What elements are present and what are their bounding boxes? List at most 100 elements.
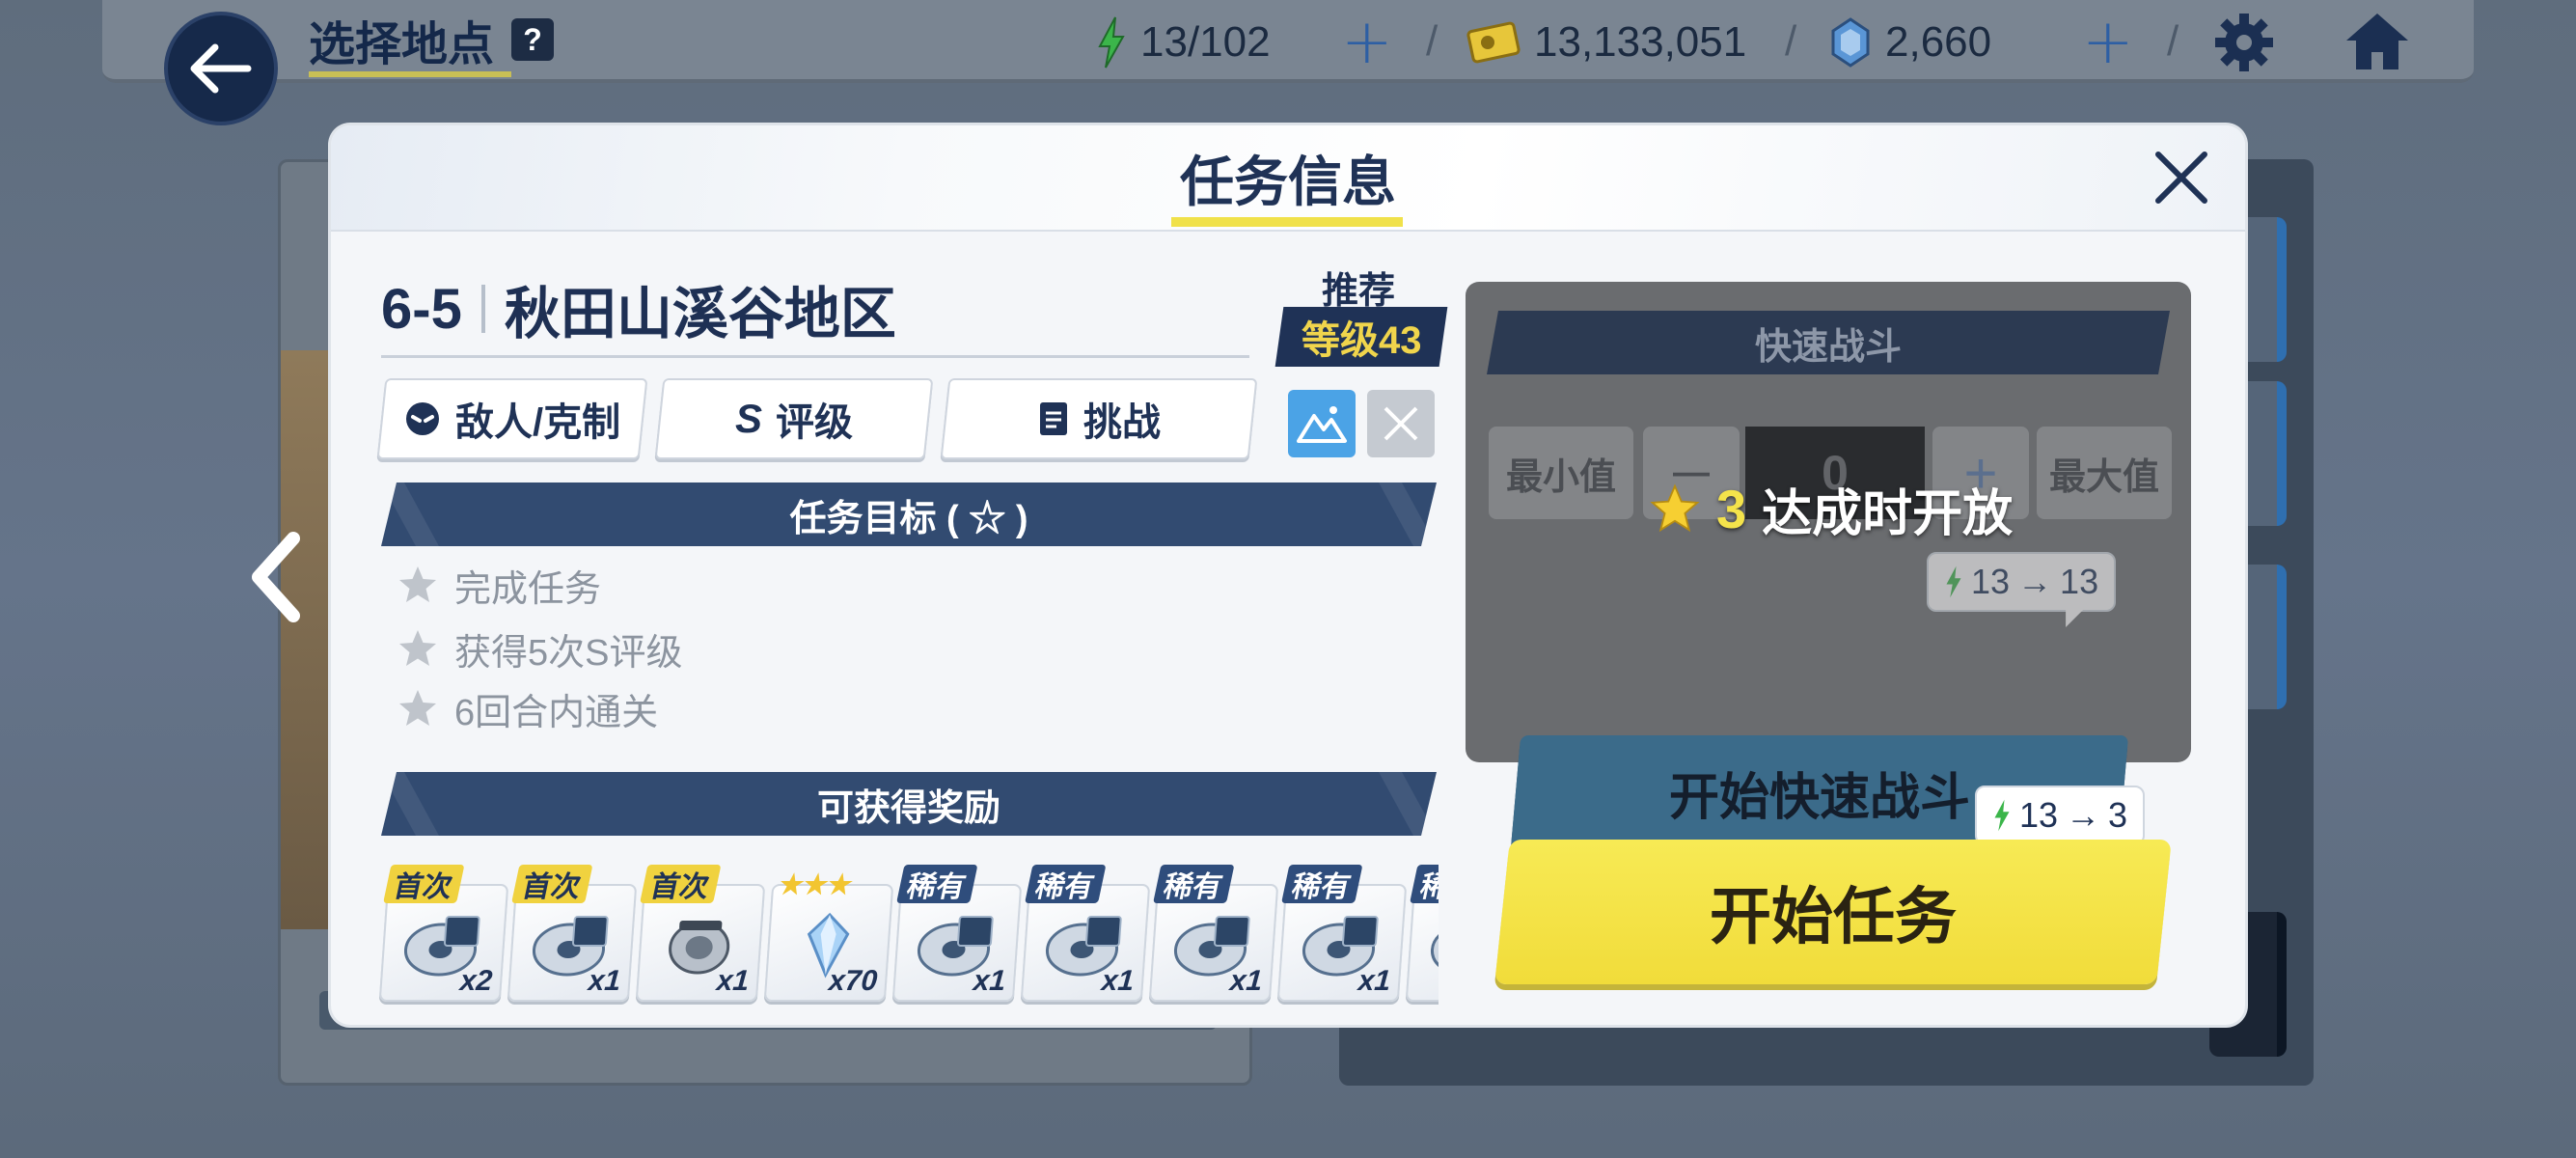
credits-card-icon xyxy=(1466,21,1521,64)
rewards-header: 可获得奖励 xyxy=(381,772,1437,836)
recommend-level: 等级43 xyxy=(1301,319,1422,362)
reward-item[interactable]: 稀有 x1 xyxy=(1276,865,1408,1002)
credits-counter: 13,133,051 xyxy=(1466,14,1746,71)
objective-item: 6回合内通关 xyxy=(397,683,658,733)
stage-code: 6-5 xyxy=(381,277,462,341)
objective-text: 6回合内通关 xyxy=(454,692,659,733)
challenge-button[interactable]: 挑战 xyxy=(940,378,1258,459)
terrain-button[interactable] xyxy=(1288,390,1356,457)
back-button[interactable] xyxy=(164,12,278,125)
ap-cost-to: 3 xyxy=(2108,795,2128,835)
dialog-title: 任务信息 xyxy=(1180,152,1396,212)
rank-label: 评级 xyxy=(776,401,853,444)
help-button[interactable]: ? xyxy=(511,18,555,61)
unlock-text: 达成时开放 xyxy=(1762,485,2014,542)
disabled-option-button[interactable] xyxy=(1367,390,1435,457)
reward-item[interactable]: 首次 x1 xyxy=(635,865,766,1002)
rewards-header-text: 可获得奖励 xyxy=(816,787,1000,829)
quick-battle-title: 快速战斗 xyxy=(1754,326,1902,368)
close-icon xyxy=(1384,406,1418,441)
max-button[interactable]: 最大值 xyxy=(2037,427,2172,519)
start-quick-battle-label: 开始快速战斗 xyxy=(1668,769,1970,826)
close-button[interactable] xyxy=(2151,147,2212,208)
recommend-label: 推荐 xyxy=(1321,271,1395,312)
clipboard-icon xyxy=(1040,402,1067,435)
previous-stage-button[interactable] xyxy=(241,529,309,625)
credits-value: 13,133,051 xyxy=(1534,18,1747,66)
enemy-info-button[interactable]: 敌人/克制 xyxy=(376,378,648,459)
chevron-left-icon xyxy=(252,532,300,622)
quick-battle-panel: 快速战斗 最小值 — 0 + 最大值 3 达成时开放 13 → 13 开始快速战… xyxy=(1466,282,2191,849)
reward-tag: 稀有 xyxy=(1281,865,1363,903)
objectives-header-text: 任务目标 ( ☆ ) xyxy=(789,498,1028,539)
reward-tag: 首次 xyxy=(383,865,465,903)
objectives-header: 任务目标 ( ☆ ) xyxy=(381,482,1437,546)
ap-bolt-icon xyxy=(1994,799,2010,832)
recommend-level-box: 等级43 xyxy=(1274,307,1448,367)
reward-item[interactable]: 稀有 x1 xyxy=(891,865,1023,1002)
star-outline-icon xyxy=(399,566,436,602)
add-gems-button[interactable]: + xyxy=(2082,12,2134,73)
arrow-left-icon xyxy=(190,43,252,94)
enemy-info-label: 敌人/克制 xyxy=(455,401,621,444)
reward-quantity: x1 xyxy=(972,965,1007,997)
gems-counter: 2,660 xyxy=(1829,14,1991,71)
gem-icon xyxy=(1831,17,1870,68)
rank-button[interactable]: S 评级 xyxy=(654,378,934,459)
divider: / xyxy=(2167,17,2179,65)
title-underline xyxy=(309,71,511,77)
settings-button[interactable] xyxy=(2213,12,2275,73)
ap-cost-to: 13 xyxy=(2060,562,2099,601)
reward-item[interactable]: 稀有 x1 xyxy=(1020,865,1151,1002)
reward-tag: 稀有 xyxy=(896,865,978,903)
star-rarity-tag: ★★★ xyxy=(777,868,856,899)
mission-ap-cost: 13 → 3 xyxy=(1975,786,2146,845)
gear-icon xyxy=(2215,14,2273,71)
add-ap-button[interactable]: + xyxy=(1341,12,1393,73)
reward-item[interactable]: 稀有 x1 xyxy=(1148,865,1279,1002)
arrow-right-icon: → xyxy=(2066,795,2101,835)
quick-battle-ap-cost: 13 → 13 xyxy=(1927,552,2117,612)
reward-item[interactable]: 稀 xyxy=(1405,865,1439,1002)
reward-quantity: x2 xyxy=(458,965,494,997)
unlock-star-count: 3 xyxy=(1716,478,1747,539)
reward-tag: 首次 xyxy=(640,865,722,903)
mountain-icon xyxy=(1297,406,1347,443)
unlock-condition: 3 达成时开放 xyxy=(1649,475,2013,542)
reward-item[interactable]: 首次 x2 xyxy=(378,865,509,1002)
reward-quantity: x1 xyxy=(1228,965,1264,997)
ap-bolt-icon xyxy=(1098,16,1125,69)
star-outline-icon xyxy=(399,630,436,666)
ap-cost-from: 13 xyxy=(2019,795,2059,835)
rewards-list: 首次 x2 首次 x1 首次 x1 ★★★ x70 稀有 x1 稀有 x1 稀有 x1 稀有 x1 稀 xyxy=(371,859,1439,1013)
home-icon xyxy=(2346,14,2408,69)
reward-tag: 稀有 xyxy=(1025,865,1107,903)
home-button[interactable] xyxy=(2343,10,2412,73)
reward-quantity: x1 xyxy=(715,965,751,997)
divider: / xyxy=(1785,17,1797,65)
ap-bolt-icon xyxy=(1946,565,1961,598)
reward-tag: 首次 xyxy=(511,865,593,903)
reward-quantity: x1 xyxy=(1100,965,1136,997)
reward-quantity: x1 xyxy=(587,965,622,997)
reward-item[interactable]: ★★★ x70 xyxy=(763,869,894,1002)
page-title-text: 选择地点 xyxy=(309,19,495,70)
quick-battle-header: 快速战斗 xyxy=(1487,311,2170,374)
page-title: 选择地点 ? xyxy=(309,6,555,77)
start-mission-label: 开始任务 xyxy=(1710,882,1957,951)
ap-value: 13/102 xyxy=(1140,18,1271,66)
stage-title: 6-5 秋田山溪谷地区 xyxy=(381,270,896,347)
start-mission-button[interactable]: 开始任务 xyxy=(1494,840,2172,984)
reward-item[interactable]: 首次 x1 xyxy=(507,865,638,1002)
objective-text: 完成任务 xyxy=(454,568,602,610)
divider: / xyxy=(1426,17,1439,65)
reward-tag: 稀有 xyxy=(1153,865,1235,903)
ap-cost-from: 13 xyxy=(1971,562,2011,601)
gems-value: 2,660 xyxy=(1885,18,1992,66)
reward-quantity: x70 xyxy=(828,965,879,997)
mission-info-dialog: 任务信息 6-5 秋田山溪谷地区 推荐 等级43 敌人/克制 S 评级 挑战 任… xyxy=(331,125,2245,1025)
close-icon xyxy=(2155,152,2207,204)
min-button[interactable]: 最小值 xyxy=(1489,427,1633,519)
recommended-level-badge: 推荐 等级43 xyxy=(1272,261,1448,367)
disc-item-icon xyxy=(1430,923,1439,977)
